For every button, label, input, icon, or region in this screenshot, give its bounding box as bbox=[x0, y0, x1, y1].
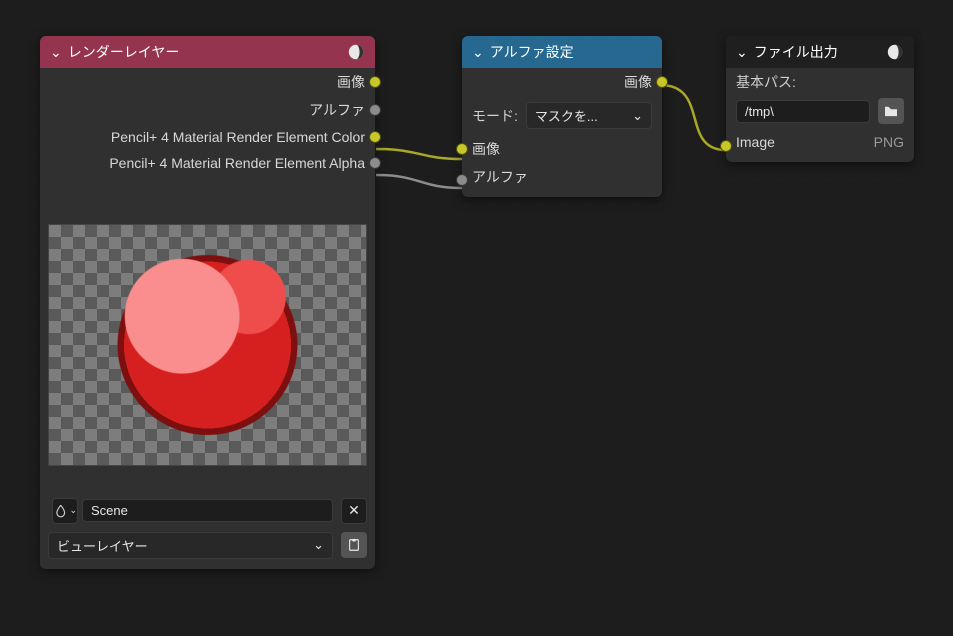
mode-dropdown[interactable]: マスクを... ⌄ bbox=[526, 102, 652, 129]
render-preview bbox=[40, 216, 375, 474]
preview-image bbox=[48, 224, 367, 466]
scene-field-value: Scene bbox=[91, 503, 128, 518]
chevron-down-icon: ⌄ bbox=[472, 44, 484, 61]
input-alpha[interactable]: アルファ bbox=[462, 163, 662, 197]
base-path-label: 基本パス: bbox=[736, 72, 796, 92]
socket-label: Pencil+ 4 Material Render Element Alpha bbox=[109, 155, 365, 171]
chevron-down-icon: ⌄ bbox=[632, 108, 643, 124]
socket-in[interactable] bbox=[456, 174, 468, 186]
socket-label: 画像 bbox=[472, 139, 500, 159]
scene-selector-row: ⌄ Scene ✕ bbox=[40, 494, 375, 528]
input-image[interactable]: 画像 bbox=[462, 135, 662, 163]
chevron-down-icon: ⌄ bbox=[69, 505, 77, 516]
node-header[interactable]: ⌄ ファイル出力 bbox=[726, 36, 914, 68]
mode-row: モード: マスクを... ⌄ bbox=[462, 96, 662, 135]
sphere-icon bbox=[886, 43, 904, 61]
view-layer-row: ビューレイヤー ⌄ bbox=[40, 528, 375, 569]
socket-out[interactable] bbox=[369, 76, 381, 88]
socket-label: Pencil+ 4 Material Render Element Color bbox=[111, 129, 365, 145]
chevron-down-icon: ⌄ bbox=[50, 44, 62, 61]
node-file-output[interactable]: ⌄ ファイル出力 基本パス: /tmp\ Image PNG bbox=[726, 36, 914, 162]
pin-layer-button[interactable] bbox=[341, 532, 367, 558]
node-title: ファイル出力 bbox=[754, 42, 886, 62]
node-render-layers[interactable]: ⌄ レンダーレイヤー 画像 アルファ Pencil+ 4 Material Re… bbox=[40, 36, 375, 569]
node-set-alpha[interactable]: ⌄ アルファ設定 画像 モード: マスクを... ⌄ 画像 アルファ bbox=[462, 36, 662, 197]
drop-icon bbox=[53, 503, 68, 519]
socket-out[interactable] bbox=[369, 157, 381, 169]
mode-value: マスクを... bbox=[535, 106, 598, 125]
input-image[interactable]: Image PNG bbox=[726, 130, 914, 162]
base-path-label-row: 基本パス: bbox=[726, 68, 914, 96]
base-path-value: /tmp\ bbox=[745, 104, 774, 119]
close-icon: ✕ bbox=[348, 502, 360, 519]
socket-in[interactable] bbox=[720, 140, 732, 152]
format-label: PNG bbox=[874, 134, 904, 150]
chevron-down-icon: ⌄ bbox=[736, 44, 748, 61]
mode-label: モード: bbox=[472, 106, 518, 126]
socket-label: Image bbox=[736, 134, 775, 150]
socket-out[interactable] bbox=[369, 131, 381, 143]
output-pencil-color[interactable]: Pencil+ 4 Material Render Element Color bbox=[40, 124, 375, 150]
socket-out[interactable] bbox=[369, 104, 381, 116]
output-alpha[interactable]: アルファ bbox=[40, 96, 375, 124]
socket-label: 画像 bbox=[337, 72, 365, 92]
socket-label: アルファ bbox=[472, 167, 528, 187]
output-image[interactable]: 画像 bbox=[40, 68, 375, 96]
node-header[interactable]: ⌄ レンダーレイヤー bbox=[40, 36, 375, 68]
socket-label: アルファ bbox=[309, 100, 365, 120]
view-layer-dropdown[interactable]: ビューレイヤー ⌄ bbox=[48, 532, 333, 559]
clear-scene-button[interactable]: ✕ bbox=[341, 498, 367, 524]
base-path-field[interactable]: /tmp\ bbox=[736, 100, 870, 123]
output-pencil-alpha[interactable]: Pencil+ 4 Material Render Element Alpha bbox=[40, 150, 375, 176]
output-image[interactable]: 画像 bbox=[462, 68, 662, 96]
browse-folder-button[interactable] bbox=[878, 98, 904, 124]
sphere-icon bbox=[347, 43, 365, 61]
view-layer-value: ビューレイヤー bbox=[57, 536, 148, 555]
scene-browse-button[interactable]: ⌄ bbox=[52, 498, 78, 524]
socket-in[interactable] bbox=[456, 143, 468, 155]
base-path-row: /tmp\ bbox=[726, 96, 914, 130]
socket-out[interactable] bbox=[656, 76, 668, 88]
clipboard-icon bbox=[347, 538, 361, 552]
node-title: アルファ設定 bbox=[490, 42, 652, 62]
folder-icon bbox=[884, 105, 898, 117]
socket-label: 画像 bbox=[624, 72, 652, 92]
chevron-down-icon: ⌄ bbox=[313, 537, 324, 553]
node-header[interactable]: ⌄ アルファ設定 bbox=[462, 36, 662, 68]
scene-field[interactable]: Scene bbox=[82, 499, 333, 522]
node-title: レンダーレイヤー bbox=[68, 42, 347, 62]
